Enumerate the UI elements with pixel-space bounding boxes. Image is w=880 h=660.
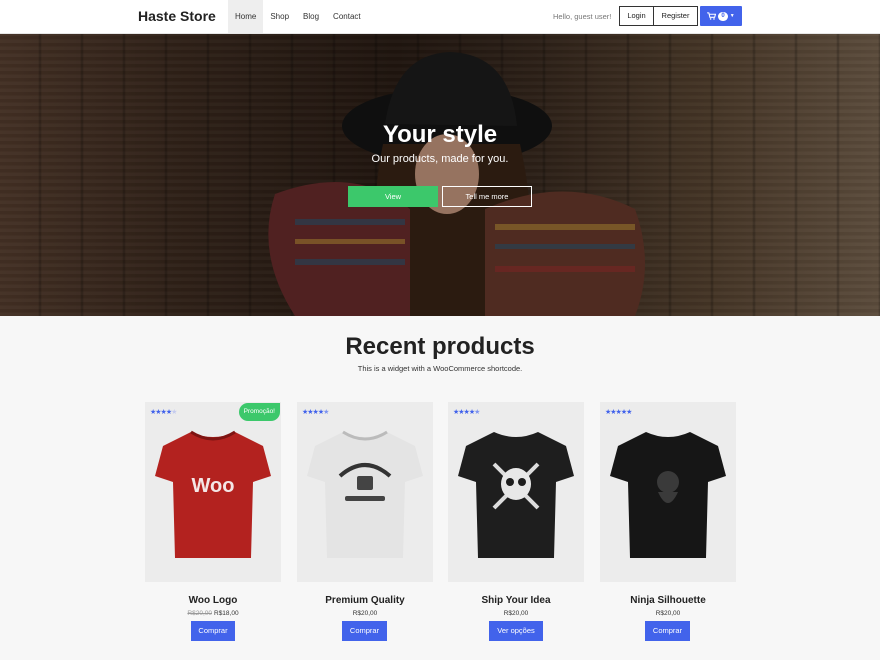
product-card: ★★★★★ Ninja Silhouette R$20,00 Comprar bbox=[600, 402, 736, 641]
register-button[interactable]: Register bbox=[653, 6, 698, 26]
product-image[interactable]: ★★★★★ bbox=[600, 402, 736, 582]
product-current-price: R$20,00 bbox=[352, 610, 378, 617]
buy-button[interactable]: Comprar bbox=[645, 621, 690, 641]
product-price: R$20,00 bbox=[297, 610, 433, 617]
product-card: ★★★★★ Premium Quality R$20,00 Comprar bbox=[297, 402, 433, 641]
recent-products-subtitle: This is a widget with a WooCommerce shor… bbox=[357, 364, 523, 373]
product-current-price: R$20,00 bbox=[503, 610, 529, 617]
hero-view-button[interactable]: View bbox=[348, 186, 438, 207]
product-card: ★★★★★ Ship Your Idea R$20,00 Ver opções bbox=[448, 402, 584, 641]
caret-down-icon: ▼ bbox=[729, 13, 735, 19]
product-current-price: R$20,00 bbox=[655, 610, 681, 617]
rating-stars: ★★★★★ bbox=[605, 409, 632, 416]
cart-icon bbox=[707, 12, 717, 20]
hero-banner: Your style Our products, made for you. V… bbox=[0, 34, 880, 316]
nav-blog[interactable]: Blog bbox=[296, 0, 326, 33]
white-tshirt-image bbox=[307, 430, 423, 558]
buy-button[interactable]: Comprar bbox=[191, 621, 235, 641]
product-name[interactable]: Ninja Silhouette bbox=[600, 595, 736, 606]
buy-button[interactable]: Comprar bbox=[342, 621, 387, 641]
product-image[interactable]: ★★★★★ Promoção! Woo bbox=[145, 402, 281, 582]
product-card: ★★★★★ Promoção! Woo Woo Logo R$20,00 R$18… bbox=[145, 402, 281, 641]
rating-stars: ★★★★★ bbox=[150, 409, 177, 416]
options-button[interactable]: Ver opções bbox=[489, 621, 543, 641]
site-brand[interactable]: Haste Store bbox=[138, 8, 216, 24]
product-name[interactable]: Premium Quality bbox=[297, 595, 433, 606]
product-old-price: R$20,00 bbox=[187, 610, 212, 617]
product-price: R$20,00 bbox=[448, 610, 584, 617]
main-nav: Home Shop Blog Contact bbox=[228, 0, 368, 33]
hero-tell-me-more-button[interactable]: Tell me more bbox=[442, 186, 532, 207]
sale-badge: Promoção! bbox=[238, 403, 280, 421]
product-name[interactable]: Woo Logo bbox=[145, 595, 281, 606]
product-image[interactable]: ★★★★★ bbox=[448, 402, 584, 582]
nav-contact[interactable]: Contact bbox=[326, 0, 368, 33]
nav-home[interactable]: Home bbox=[228, 0, 264, 33]
cart-button[interactable]: 0 ▼ bbox=[700, 6, 742, 26]
top-navbar: Haste Store Home Shop Blog Contact Hello… bbox=[0, 0, 880, 34]
hero-title: Your style bbox=[382, 121, 498, 148]
guest-greeting: Hello, guest user! bbox=[553, 12, 612, 21]
rating-stars: ★★★★★ bbox=[302, 409, 329, 416]
rating-stars: ★★★★★ bbox=[453, 409, 480, 416]
product-price: R$20,00 bbox=[600, 610, 736, 617]
black-skull-tshirt-image bbox=[458, 432, 574, 558]
login-button[interactable]: Login bbox=[619, 6, 654, 26]
black-ninja-tshirt-image bbox=[610, 432, 726, 558]
product-name[interactable]: Ship Your Idea bbox=[448, 595, 584, 606]
red-tshirt-image: Woo bbox=[155, 430, 271, 558]
hero-overlay bbox=[0, 34, 880, 316]
hero-subtitle: Our products, made for you. bbox=[371, 153, 509, 165]
svg-text:Woo: Woo bbox=[192, 475, 235, 497]
product-image[interactable]: ★★★★★ bbox=[297, 402, 433, 582]
cart-count-badge: 0 bbox=[718, 11, 728, 21]
product-current-price: R$18,00 bbox=[214, 610, 239, 617]
product-price: R$20,00 R$18,00 bbox=[145, 610, 281, 617]
recent-products-title: Recent products bbox=[345, 333, 535, 360]
nav-shop[interactable]: Shop bbox=[263, 0, 296, 33]
